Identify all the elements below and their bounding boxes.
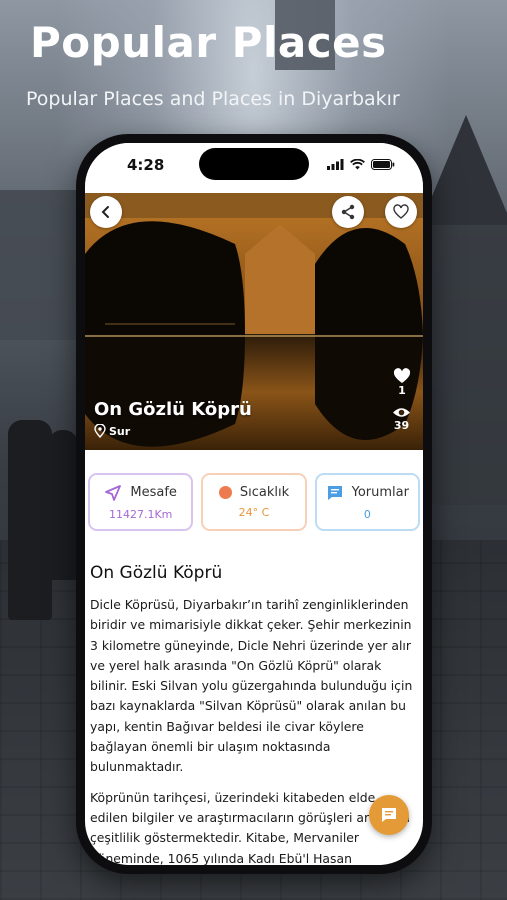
- favorite-button[interactable]: [385, 196, 417, 228]
- temperature-card[interactable]: Sıcaklık 24° C: [201, 473, 307, 531]
- comments-label: Yorumlar: [351, 485, 409, 500]
- article-paragraph: Köprünün tarihçesi, üzerindeki kitabeden…: [90, 789, 410, 865]
- likes-stat[interactable]: 1: [393, 368, 411, 397]
- views-count: 39: [393, 419, 410, 432]
- chat-icon: [382, 808, 396, 822]
- wifi-icon: [350, 159, 365, 170]
- chevron-left-icon: [101, 206, 109, 218]
- person-silhouette: [8, 420, 52, 620]
- comment-fab-button[interactable]: [369, 795, 409, 835]
- likes-count: 1: [398, 384, 406, 397]
- place-name: On Gözlü Köprü: [94, 399, 252, 420]
- article: On Gözlü Köprü Dicle Köprüsü, Diyarbakır…: [90, 563, 417, 865]
- article-heading: On Gözlü Köprü: [90, 563, 223, 583]
- place-location: Sur: [94, 424, 130, 438]
- temperature-label: Sıcaklık: [239, 485, 290, 500]
- article-paragraph: Dicle Köprüsü, Diyarbakır’ın tarihî zeng…: [90, 597, 413, 775]
- location-text: Sur: [109, 424, 131, 438]
- comment-icon: [327, 485, 342, 500]
- navigation-arrow-icon: [105, 484, 122, 501]
- heart-filled-icon: [393, 368, 411, 383]
- phone-screen: 4:28 On Gözlü Köprü Sur 1 39 Mesafe 1142…: [85, 143, 423, 865]
- mosque-wall-left: [0, 190, 80, 340]
- battery-icon: [371, 159, 395, 170]
- phone-frame: 4:28 On Gözlü Köprü Sur 1 39 Mesafe 1142…: [76, 134, 432, 874]
- place-hero-image: On Gözlü Köprü Sur 1 39: [85, 184, 423, 450]
- share-icon: [341, 204, 355, 220]
- dynamic-island: [199, 148, 309, 180]
- eye-icon: [393, 408, 410, 417]
- comments-card[interactable]: Yorumlar 0: [314, 473, 420, 531]
- info-cards: Mesafe 11427.1Km Sıcaklık 24° C Yorumlar: [88, 473, 420, 531]
- promo-title: Popular Places: [30, 18, 387, 67]
- distance-card[interactable]: Mesafe 11427.1Km: [88, 473, 194, 531]
- share-button[interactable]: [332, 196, 364, 228]
- heart-outline-icon: [393, 204, 409, 219]
- temperature-value: 24° C: [238, 506, 270, 519]
- mosque-wall-right: [420, 225, 507, 505]
- views-stat: 39: [392, 406, 411, 432]
- signal-icon: [327, 159, 344, 170]
- comments-value: 0: [363, 507, 371, 521]
- promo-subtitle: Popular Places and Places in Diyarbakır: [26, 88, 400, 110]
- location-pin-icon: [94, 424, 106, 438]
- back-button[interactable]: [90, 196, 122, 228]
- status-bar: 4:28: [85, 143, 423, 193]
- person-silhouette: [48, 430, 78, 580]
- dome-roof-right: [420, 115, 507, 225]
- temperature-dot-icon: [218, 486, 232, 499]
- status-time: 4:28: [127, 156, 165, 174]
- distance-label: Mesafe: [130, 485, 177, 500]
- distance-value: 11427.1Km: [108, 507, 173, 521]
